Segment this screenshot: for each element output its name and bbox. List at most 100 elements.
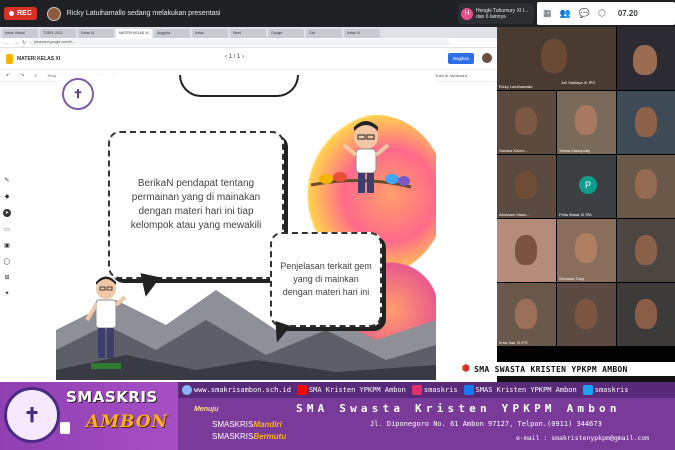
url-bar: ← → ↻ jamboard.google.com/d/... xyxy=(0,38,497,48)
school-logo-icon: ✝ xyxy=(62,78,94,110)
participant-avatar-icon: H xyxy=(461,7,473,20)
jamboard-header: MATERI KELAS XI ‹ 1 / 1 › Bagikan xyxy=(0,48,497,70)
instagram-link[interactable]: smaskris xyxy=(411,385,458,395)
laser-icon[interactable]: ✦ xyxy=(4,290,9,297)
top-tile-name: Hengki Tuhumury XI I... xyxy=(476,7,529,14)
sticky-note-icon[interactable]: ▭ xyxy=(4,226,10,233)
motto-label: Menuju xyxy=(194,406,219,413)
participant-tile[interactable] xyxy=(617,155,675,218)
participant-tile[interactable] xyxy=(617,27,675,90)
participant-avatar-icon: P xyxy=(579,176,597,194)
participant-tile[interactable]: Sariska Kelelo... xyxy=(497,91,556,154)
shape-icon[interactable]: ◯ xyxy=(4,258,11,265)
browser-tab[interactable]: Meet xyxy=(230,29,266,38)
browser-tab[interactable]: Kelas XI xyxy=(344,29,380,38)
participant-tile[interactable] xyxy=(557,283,616,346)
participant-tile[interactable]: Abraham Mano... xyxy=(497,155,556,218)
reload-icon[interactable]: ↻ xyxy=(22,40,26,46)
browser-tabs: Kelas Virtual TOEFL 2021 Kelas XI MATERI… xyxy=(0,27,497,38)
youtube-link[interactable]: SMA Kristen YPKPM Ambon xyxy=(296,385,406,395)
frame-counter: ‹ 1 / 1 › xyxy=(225,54,245,60)
teacher-on-branch-illustration xyxy=(310,121,412,193)
address-input[interactable]: jamboard.google.com/d/... xyxy=(30,39,451,46)
participant-name: Joli Salhaya XI IPS xyxy=(561,80,596,85)
account-avatar[interactable] xyxy=(482,53,492,63)
browser-tab-active[interactable]: MATERI KELAS XI xyxy=(116,29,152,38)
twitter-icon xyxy=(582,385,593,395)
share-button[interactable]: Bagikan xyxy=(448,53,475,64)
location-pin-icon: ⬢ xyxy=(462,364,471,374)
pen-icon[interactable]: ✎ xyxy=(4,177,9,184)
textbox-icon[interactable]: ⊞ xyxy=(4,274,9,281)
participant-tile[interactable]: P Prilla Warat XI IPA xyxy=(557,155,616,218)
school-emblem-icon: ✝ xyxy=(4,387,60,443)
participant-tile[interactable] xyxy=(617,219,675,282)
rec-dot-icon xyxy=(9,11,14,16)
redo-icon[interactable]: ↷ xyxy=(20,73,24,79)
image-icon[interactable]: ▣ xyxy=(4,242,10,249)
school-address: Jl. Diponegoro No. 61 Ambon 97127, Telpo… xyxy=(370,420,602,428)
website-link[interactable]: www.smakrisambon.sch.id xyxy=(182,385,291,395)
grid-view-icon[interactable]: ▦ xyxy=(543,8,552,19)
people-icon[interactable]: 👥 xyxy=(560,8,571,19)
select-icon[interactable]: ➤ xyxy=(3,209,11,217)
browser-tab[interactable]: Kelas Virtual xyxy=(2,29,38,38)
forward-icon[interactable]: → xyxy=(13,40,18,46)
participant-tile[interactable]: Ricky Latuihamallo xyxy=(497,27,616,90)
twitter-link[interactable]: smaskris xyxy=(582,385,628,395)
undo-icon[interactable]: ↶ xyxy=(6,73,10,79)
browser-tab[interactable]: Kelas XI xyxy=(78,29,114,38)
zoom-icon[interactable]: ⌕ xyxy=(34,73,37,79)
school-full-name: SMA Swasta Kristen YPKPM Ambon xyxy=(296,402,621,415)
eraser-icon[interactable]: ◆ xyxy=(5,193,10,200)
shield-icon xyxy=(60,422,70,434)
jamboard-logo-icon xyxy=(6,53,13,64)
participant-name: Sariska Kelelo... xyxy=(499,148,528,153)
globe-icon xyxy=(182,385,192,395)
jamboard-frame[interactable]: ✝ BerikaN pendapat tentang permainan yan… xyxy=(56,75,436,380)
top-tile-sub: dan 6 lainnya xyxy=(476,13,506,20)
boy-character-illustration xyxy=(85,276,127,369)
brand-name: SMASKRIS xyxy=(66,388,158,406)
speech-bubble-explanation[interactable]: Penjelasan terkait gem yang di mainkan d… xyxy=(270,232,382,327)
screen: REC Ricky Latuihamallo sedang melakukan … xyxy=(0,0,675,450)
participant-name: Ricky Latuihamallo xyxy=(499,84,533,89)
facebook-icon xyxy=(463,385,474,395)
school-tag-text: SMA SWASTA KRISTEN YPKPM AMBON xyxy=(474,364,628,374)
open-in-jamboard-button[interactable]: Buka di Jamboard xyxy=(435,73,467,78)
school-email: e-mail : smakristenypkpm@gmail.com xyxy=(516,434,650,442)
doc-title[interactable]: MATERI KELAS XI xyxy=(17,56,60,62)
participant-tile[interactable]: Selviana Tuny xyxy=(557,219,616,282)
participant-name: Prilla Warat XI IPA xyxy=(559,212,592,217)
rec-badge: REC xyxy=(4,7,37,20)
presenter-avatar xyxy=(46,6,61,21)
rec-label: REC xyxy=(17,10,32,17)
clock: 07.20 xyxy=(617,9,638,18)
participant-grid: Ricky Latuihamallo Sariska Kelelo... Yah… xyxy=(497,27,675,362)
chat-icon[interactable]: 💬 xyxy=(579,8,590,19)
facebook-link[interactable]: SMAS Kristen YPKPM Ambon xyxy=(463,385,577,395)
instagram-icon xyxy=(411,385,422,395)
top-participant-tile[interactable]: H Hengki Tuhumury XI I... dan 6 lainnya xyxy=(458,3,534,24)
participant-tile[interactable]: Irma Sae XI IPS xyxy=(497,283,556,346)
school-banner: ✝ SMASKRIS AMBON www.smakrisambon.sch.id… xyxy=(0,382,675,450)
browser-tab[interactable]: Kelas xyxy=(192,29,228,38)
activities-icon[interactable]: ⬡ xyxy=(598,8,606,19)
participant-name: Abraham Mano... xyxy=(499,212,530,217)
participant-tile[interactable]: Yahna Manuputty xyxy=(557,91,616,154)
participant-tile[interactable] xyxy=(617,283,675,346)
browser-tab[interactable]: TOEFL 2021 xyxy=(40,29,76,38)
participant-name: Selviana Tuny xyxy=(559,276,585,281)
browser-tab[interactable]: Google xyxy=(268,29,304,38)
drawing-tools: ✎ ◆ ➤ ▭ ▣ ◯ ⊞ ✦ xyxy=(2,177,12,297)
browser-tab[interactable]: Anggota xyxy=(154,29,190,38)
brand-city: AMBON xyxy=(86,412,169,432)
participant-tile[interactable] xyxy=(617,91,675,154)
speech-bubble-question[interactable]: BerikaN pendapat tentang permainan yang … xyxy=(108,131,284,279)
school-tag: ⬢ SMA SWASTA KRISTEN YPKPM AMBON xyxy=(458,362,675,376)
motto-line-2: SMASKRISBermutu xyxy=(212,432,287,441)
back-icon[interactable]: ← xyxy=(4,40,9,46)
frame-navigator[interactable]: ‹ 1 / 1 › xyxy=(225,54,244,60)
participant-tile[interactable] xyxy=(497,219,556,282)
browser-tab[interactable]: Cek xyxy=(306,29,342,38)
